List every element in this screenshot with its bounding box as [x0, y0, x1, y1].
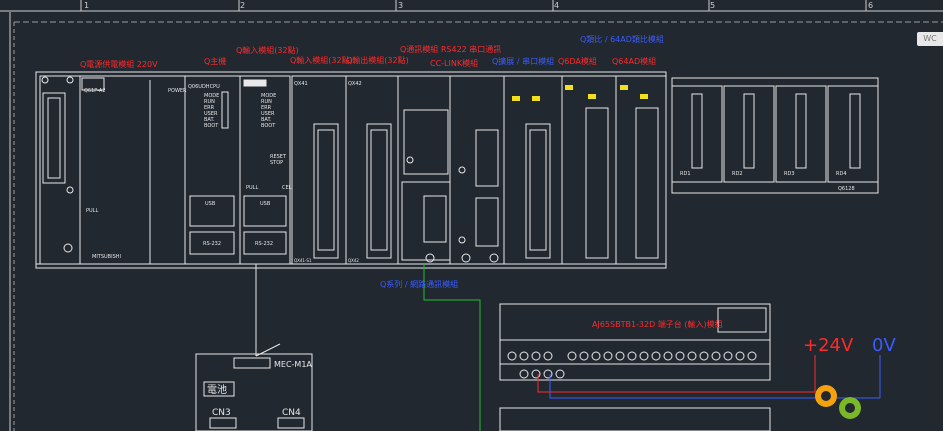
cpu2-usb-text: USB	[260, 201, 271, 207]
cpu-label: Q主機	[204, 56, 226, 66]
terminal-screws	[507, 351, 757, 379]
input2-model-text: QX42	[348, 81, 362, 87]
cclink-module[interactable]	[449, 75, 505, 265]
cpu2-led-label: BOOT	[261, 123, 276, 129]
battery-label: 電池	[207, 383, 227, 396]
red-24v-wire	[537, 374, 815, 393]
v24-label: +24V	[803, 335, 854, 356]
cpu2-rs232-text: RS-232	[255, 241, 273, 247]
cpu2-cel-text: CEL	[282, 185, 292, 191]
ruler-number: 1	[84, 1, 89, 10]
expansion-module[interactable]	[503, 75, 563, 265]
v0-label: 0V	[872, 335, 896, 356]
mec-label: MEC-M1A	[274, 360, 312, 369]
input1-model-text: QX41	[294, 81, 308, 87]
ad-label: Q64AD模組	[612, 56, 656, 66]
input-32b-label: Q輸入模組(32點)	[290, 55, 353, 65]
serial-label: Q通訊模組 RS422 串口通訊	[400, 44, 501, 54]
remote-io-block[interactable]: RD1 RD2 RD3 RD4 Q6128	[671, 85, 879, 192]
ruler-number: 6	[868, 1, 873, 10]
watermark-logo	[815, 385, 861, 419]
cn4-label: CN4	[282, 408, 301, 418]
input-32a-label: Q輸入模組(32點)	[236, 45, 299, 55]
ruler-number: 5	[710, 1, 715, 10]
cpu2-pull-text: PULL	[246, 185, 258, 191]
cpu-led-label: BOOT	[204, 123, 219, 129]
remote-io-label: RD1	[680, 171, 691, 177]
input2-bottom-text: QX42	[348, 258, 359, 263]
ruler-number: 2	[240, 1, 245, 10]
green-wire	[423, 264, 481, 431]
input-module-1[interactable]: QX41 QX41-S1	[291, 75, 347, 265]
analog-top-label: Q類比 / 64AD類比模組	[580, 34, 664, 44]
da-module[interactable]	[561, 75, 617, 265]
ps-pull-text: PULL	[86, 208, 98, 214]
output-32-label: Q輸出模組(32點)	[346, 55, 409, 65]
cn3-label: CN3	[212, 408, 231, 418]
input1-bottom-text: QX41-S1	[294, 258, 312, 263]
ps-model-text: Q61P-A2	[84, 88, 106, 94]
remote-io-label: RD4	[836, 171, 847, 177]
remote-io-label: RD2	[732, 171, 743, 177]
cad-drawing-canvas[interactable]: 1 2 3 4 5 6 Q61P-A2 POWER PULL MITSUBISH…	[0, 0, 943, 431]
bottom-network-label: Q系列 / 網路通訊模組	[380, 279, 458, 289]
cpu-model-text: Q06UDHCPU	[188, 84, 220, 90]
cpu-usb-text: USB	[205, 201, 216, 207]
ruler-number: 4	[554, 1, 559, 10]
ruler-number: 3	[398, 1, 403, 10]
side-panel-button[interactable]: WC	[917, 32, 943, 46]
remote-io-last-label: Q6128	[838, 186, 855, 192]
mitsubishi-logo-text: MITSUBISHI	[92, 254, 121, 260]
terminal-title-label: AJ65SBTB1-32D 端子台 (輸入)模組	[592, 319, 723, 329]
cpu-module-2[interactable]: MODE RUN ERR USER BAT. BOOT RESET STOP C…	[239, 75, 292, 265]
remote-io-label: RD3	[784, 171, 795, 177]
cpu-module-1[interactable]: Q06UDHCPU MODE RUN ERR USER BAT. BOOT US…	[184, 75, 241, 265]
cpu-rs232-text: RS-232	[203, 241, 221, 247]
power-supply-module[interactable]: Q61P-A2 POWER PULL MITSUBISHI	[79, 75, 187, 265]
ad-module[interactable]	[615, 75, 667, 265]
input-module-2[interactable]: QX42 QX42	[345, 75, 399, 265]
cpu2-stop-text: STOP	[270, 160, 283, 166]
top-ruler: 1 2 3 4 5 6	[0, 0, 943, 12]
da-label: Q6DA模組	[558, 56, 597, 66]
ps-power-text: POWER	[168, 88, 187, 94]
expand-label: Q擴展 / 串口模組	[492, 56, 554, 66]
serial-module[interactable]	[397, 75, 451, 265]
power-module-label: Q電源供電模組 220V	[80, 59, 158, 69]
plc-rack[interactable]	[35, 71, 879, 269]
cclink-label: CC-LINK模組	[430, 58, 478, 68]
